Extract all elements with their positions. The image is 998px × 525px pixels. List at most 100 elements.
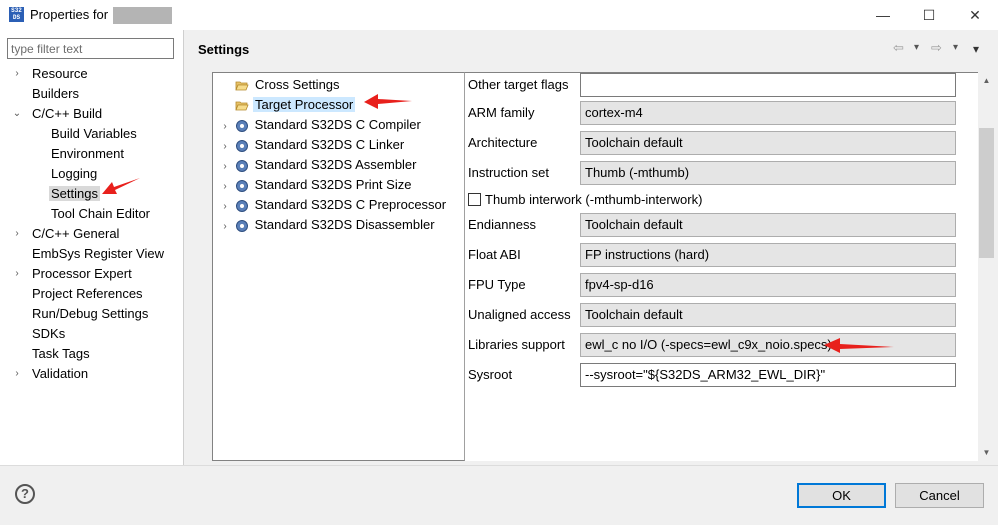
fpu-type-select[interactable]: fpv4-sp-d16 xyxy=(580,273,956,297)
tool-item-c-linker[interactable]: › Standard S32DS C Linker xyxy=(219,135,406,155)
nav-item-build-variables[interactable]: Build Variables xyxy=(49,124,139,144)
tool-item-label: Target Processor xyxy=(253,97,356,112)
tool-item-label: Standard S32DS C Preprocessor xyxy=(254,197,447,212)
nav-item-label: Resource xyxy=(32,66,88,81)
tool-item-print-size[interactable]: › Standard S32DS Print Size xyxy=(219,175,413,195)
nav-item-environment[interactable]: Environment xyxy=(49,144,126,164)
nav-item-logging[interactable]: Logging xyxy=(49,164,99,184)
tool-gear-icon xyxy=(235,139,248,152)
nav-item-settings[interactable]: Settings xyxy=(49,184,100,204)
help-button[interactable]: ? xyxy=(15,484,35,504)
expand-chevron-icon[interactable]: › xyxy=(219,197,231,217)
nav-item-label: Environment xyxy=(51,146,124,161)
minimize-button[interactable]: — xyxy=(860,0,906,30)
tool-settings-tree: Cross Settings Target Processor › Standa… xyxy=(212,72,465,461)
annotation-arrow-target-processor xyxy=(364,94,412,109)
property-page-navigation: › Resource Builders ⌄ C/C++ Build Build … xyxy=(0,30,184,465)
cancel-button[interactable]: Cancel xyxy=(895,483,984,508)
open-folder-icon xyxy=(235,101,249,111)
expand-chevron-icon[interactable]: › xyxy=(219,137,231,157)
forward-arrow-icon[interactable]: ⇨ xyxy=(931,40,942,56)
tool-item-label: Standard S32DS C Compiler xyxy=(254,117,421,132)
nav-item-label: Build Variables xyxy=(51,126,137,141)
nav-item-label: Builders xyxy=(32,86,79,101)
nav-item-label: Task Tags xyxy=(32,346,90,361)
instruction-set-label: Instruction set xyxy=(468,165,549,180)
arm-family-select[interactable]: cortex-m4 xyxy=(580,101,956,125)
annotation-arrow-libraries-support xyxy=(824,338,894,353)
tool-item-label: Standard S32DS C Linker xyxy=(254,137,405,152)
thumb-interwork-label: Thumb interwork (-mthumb-interwork) xyxy=(485,192,703,207)
tool-item-c-preprocessor[interactable]: › Standard S32DS C Preprocessor xyxy=(219,195,448,215)
open-folder-icon xyxy=(235,81,249,91)
nav-item-label: Project References xyxy=(32,286,143,301)
checkbox-box[interactable] xyxy=(468,193,481,206)
tool-item-target-processor[interactable]: Target Processor xyxy=(235,95,356,115)
tool-item-disassembler[interactable]: › Standard S32DS Disassembler xyxy=(219,215,437,235)
nav-item-tool-chain-editor[interactable]: Tool Chain Editor xyxy=(49,204,152,224)
nav-item-label: SDKs xyxy=(32,326,66,341)
redacted-project-name xyxy=(113,7,172,24)
tool-item-label: Cross Settings xyxy=(255,77,340,92)
unaligned-access-label: Unaligned access xyxy=(468,307,571,322)
libraries-support-label: Libraries support xyxy=(468,337,565,352)
page-header: Settings ⇦ ▾ ⇨ ▾ ▾ xyxy=(185,30,998,70)
window-title: Properties for xyxy=(30,7,109,22)
nav-item-label: EmbSys Register View xyxy=(32,246,164,261)
endianness-label: Endianness xyxy=(468,217,536,232)
expand-chevron-icon[interactable]: › xyxy=(219,177,231,197)
scroll-up-arrow-icon[interactable]: ▲ xyxy=(978,72,995,89)
float-abi-select[interactable]: FP instructions (hard) xyxy=(580,243,956,267)
scroll-down-arrow-icon[interactable]: ▼ xyxy=(978,444,995,461)
expand-chevron-icon[interactable]: › xyxy=(11,224,23,244)
other-target-flags-input[interactable] xyxy=(580,73,956,97)
close-button[interactable]: ✕ xyxy=(952,0,998,30)
nav-item-label: Tool Chain Editor xyxy=(51,206,150,221)
tool-item-cross-settings[interactable]: Cross Settings xyxy=(235,75,342,95)
scrollbar-thumb[interactable] xyxy=(979,128,994,258)
tool-gear-icon xyxy=(235,199,248,212)
tool-item-c-compiler[interactable]: › Standard S32DS C Compiler xyxy=(219,115,423,135)
architecture-select[interactable]: Toolchain default xyxy=(580,131,956,155)
back-arrow-icon[interactable]: ⇦ xyxy=(893,40,904,56)
unaligned-access-select[interactable]: Toolchain default xyxy=(580,303,956,327)
filter-input[interactable] xyxy=(7,38,174,59)
view-menu-icon[interactable]: ▾ xyxy=(973,42,979,56)
nav-item-label: C/C++ General xyxy=(32,226,120,241)
tool-gear-icon xyxy=(235,159,248,172)
annotation-arrow-settings xyxy=(102,178,140,194)
tool-item-label: Standard S32DS Disassembler xyxy=(254,217,435,232)
collapse-chevron-icon[interactable]: ⌄ xyxy=(11,104,23,124)
sysroot-label: Sysroot xyxy=(468,367,513,382)
expand-chevron-icon[interactable]: › xyxy=(219,117,231,137)
nav-item-label: Settings xyxy=(49,186,100,201)
nav-item-label: Processor Expert xyxy=(32,266,132,281)
sysroot-input[interactable]: --sysroot="${S32DS_ARM32_EWL_DIR}" xyxy=(580,363,956,387)
thumb-interwork-checkbox[interactable]: Thumb interwork (-mthumb-interwork) xyxy=(468,190,702,210)
forward-history-menu-icon[interactable]: ▾ xyxy=(953,42,958,53)
expand-chevron-icon[interactable]: › xyxy=(11,64,23,84)
instruction-set-select[interactable]: Thumb (-mthumb) xyxy=(580,161,956,185)
float-abi-label: Float ABI xyxy=(468,247,521,262)
expand-chevron-icon[interactable]: › xyxy=(11,364,23,384)
tool-item-label: Standard S32DS Assembler xyxy=(254,157,417,172)
button-bar-separator xyxy=(0,465,998,466)
nav-item-label: Logging xyxy=(51,166,98,181)
expand-chevron-icon[interactable]: › xyxy=(219,217,231,237)
page-title: Settings xyxy=(198,42,250,57)
endianness-select[interactable]: Toolchain default xyxy=(580,213,956,237)
tool-item-label: Standard S32DS Print Size xyxy=(254,177,412,192)
fpu-type-label: FPU Type xyxy=(468,277,526,292)
other-target-flags-label: Other target flags xyxy=(468,77,569,92)
target-processor-options: Other target flags ARM family cortex-m4 … xyxy=(465,72,978,461)
ok-button[interactable]: OK xyxy=(797,483,886,508)
expand-chevron-icon[interactable]: › xyxy=(219,157,231,177)
options-scrollbar[interactable]: ▲ ▼ xyxy=(978,72,995,461)
s32ds-app-icon: S32 DS xyxy=(9,7,24,22)
libraries-support-select[interactable]: ewl_c no I/O (-specs=ewl_c9x_noio.specs) xyxy=(580,333,956,357)
arm-family-label: ARM family xyxy=(468,105,535,120)
maximize-button[interactable]: ☐ xyxy=(906,0,952,30)
back-history-menu-icon[interactable]: ▾ xyxy=(914,42,919,53)
tool-item-assembler[interactable]: › Standard S32DS Assembler xyxy=(219,155,419,175)
expand-chevron-icon[interactable]: › xyxy=(11,264,23,284)
